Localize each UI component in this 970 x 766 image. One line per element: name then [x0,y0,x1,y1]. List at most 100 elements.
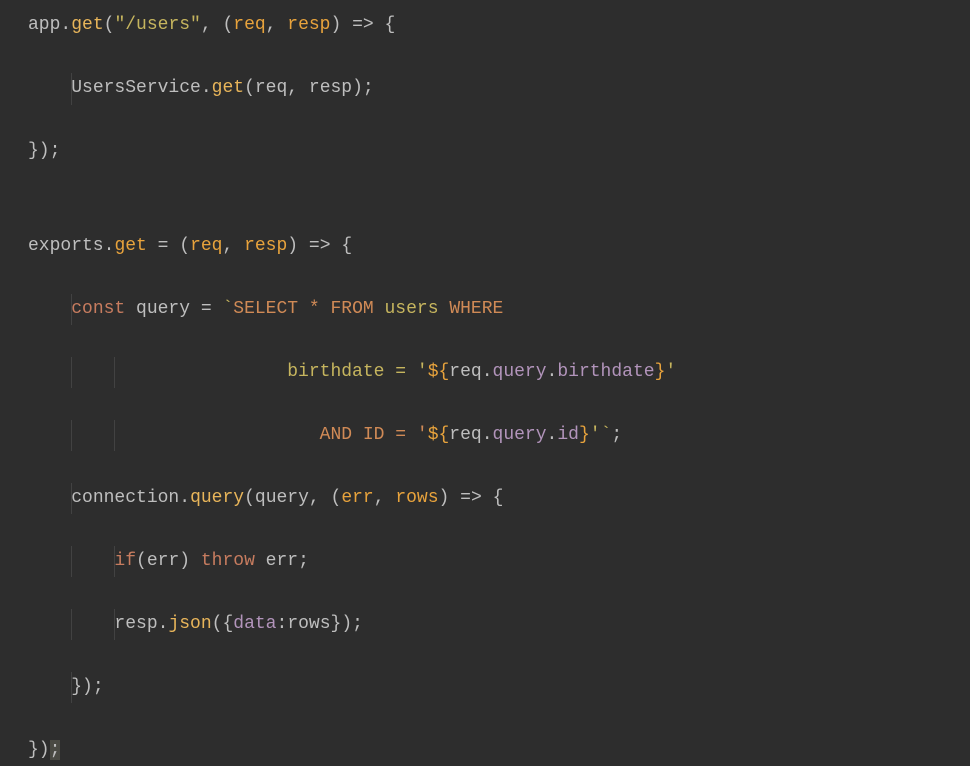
code-line: exports.get = (req, resp) => { [28,231,970,263]
token-var: req [449,362,481,382]
token-dot: . [158,614,169,634]
code-line: AND ID = '${req.query.id}'`; [28,420,970,452]
token-punc: ) [287,236,309,256]
token-var: app [28,15,60,35]
token-punc: , [287,78,309,98]
token-sql: ' [590,425,601,445]
token-punc: , [266,15,288,35]
token-sql: ' [665,362,676,382]
token-punc: , [374,488,396,508]
token-punc: ) [439,488,461,508]
code-line: UsersService.get(req, resp); [28,73,970,105]
token-interp: } [579,425,590,445]
code-line: const query = `SELECT * FROM users WHERE [28,294,970,326]
token-punc: }); [331,614,363,634]
token-dot: . [547,425,558,445]
token-dot: . [60,15,71,35]
token-dot: . [547,362,558,382]
token-param: req [233,15,265,35]
token-punc: }) [28,740,50,760]
token-brace: { [374,15,396,35]
token-paren: ) [179,551,201,571]
token-param: rows [395,488,438,508]
token-sql: SELECT * FROM [233,299,384,319]
token-arrow: => [309,236,331,256]
token-var: resp [114,614,157,634]
token-var: err [266,551,298,571]
token-colon: : [277,614,288,634]
token-method: query [190,488,244,508]
token-keyword: throw [201,551,266,571]
token-method: get [71,15,103,35]
token-paren: ( [136,551,147,571]
token-semi: ; [298,551,309,571]
token-dot: . [482,362,493,382]
token-prop: id [557,425,579,445]
token-var: exports [28,236,104,256]
token-param: req [190,236,222,256]
token-punc: ) [331,15,353,35]
token-var: rows [287,614,330,634]
token-punc: , [222,236,244,256]
token-sql: WHERE [439,299,504,319]
token-op: = [190,299,222,319]
token-semi: ; [611,425,622,445]
code-line: }); [28,672,970,704]
code-editor[interactable]: app.get("/users", (req, resp) => { Users… [28,10,970,766]
token-interp: ${ [428,425,450,445]
token-backtick: ` [222,299,233,319]
token-interp: ${ [428,362,450,382]
token-dot: . [201,78,212,98]
token-paren: ( [104,15,115,35]
token-var: req [255,78,287,98]
token-prop: data [233,614,276,634]
token-var: query [255,488,309,508]
token-sql: AND ID = ' [320,425,428,445]
token-paren: ( [244,78,255,98]
token-prop: query [493,425,547,445]
token-prop: get [114,236,146,256]
token-sql: birthdate = ' [287,362,427,382]
cursor-position: ; [50,740,61,760]
token-punc: ); [352,78,374,98]
code-line: if(err) throw err; [28,546,970,578]
token-arrow: => [352,15,374,35]
token-var: connection [71,488,179,508]
token-string: "/users" [114,15,200,35]
token-punc: }); [28,141,60,161]
code-line: resp.json({data:rows}); [28,609,970,641]
token-arrow: => [460,488,482,508]
token-punc: , ( [309,488,341,508]
token-punc: }); [71,677,103,697]
token-var: err [147,551,179,571]
token-dot: . [179,488,190,508]
token-var: req [449,425,481,445]
token-prop: birthdate [557,362,654,382]
token-sql-ident: users [385,299,439,319]
token-method: get [212,78,244,98]
token-param: err [341,488,373,508]
token-backtick: ` [601,425,612,445]
token-punc: , ( [201,15,233,35]
token-punc: ({ [212,614,234,634]
token-punc: = ( [147,236,190,256]
code-line: }); [28,136,970,168]
token-keyword: if [114,551,136,571]
token-interp: } [655,362,666,382]
token-dot: . [104,236,115,256]
token-method: json [168,614,211,634]
token-paren: ( [244,488,255,508]
token-var: resp [309,78,352,98]
token-brace: { [482,488,504,508]
token-param: resp [244,236,287,256]
code-line: connection.query(query, (err, rows) => { [28,483,970,515]
token-prop: query [493,362,547,382]
token-var: query [136,299,190,319]
token-param: resp [287,15,330,35]
code-line: }); [28,735,970,766]
token-keyword: const [71,299,136,319]
code-line: app.get("/users", (req, resp) => { [28,10,970,42]
token-dot: . [482,425,493,445]
token-brace: { [331,236,353,256]
code-line: birthdate = '${req.query.birthdate}' [28,357,970,389]
